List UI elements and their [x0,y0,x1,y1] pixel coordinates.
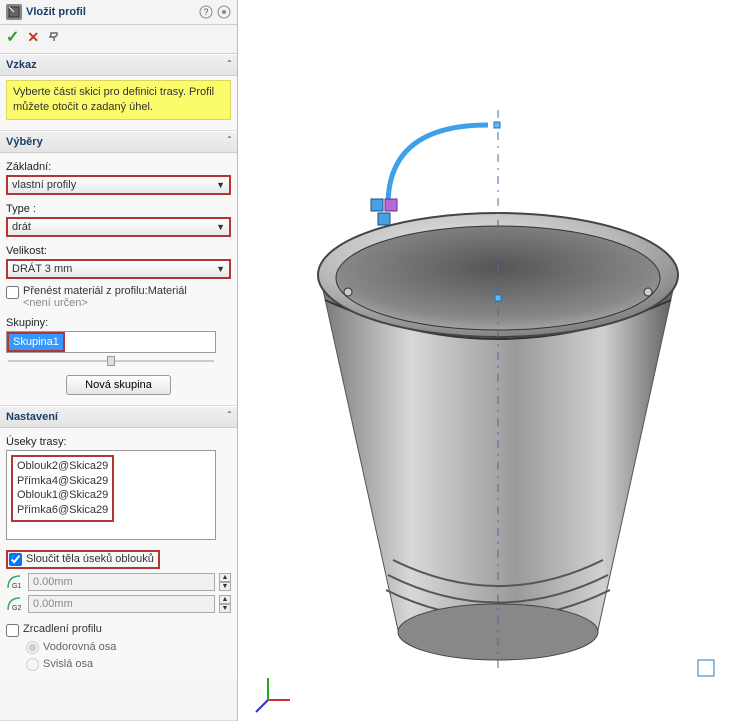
vodorovna-radio[interactable] [26,641,39,654]
svisla-row: Svislá osa [26,658,231,671]
g2-spinner[interactable]: ▲▼ [219,595,231,613]
sloucit-checkbox[interactable] [9,553,22,566]
useky-label: Úseky trasy: [6,436,231,448]
list-item[interactable]: Oblouk1@Skica29 [17,488,108,503]
dropdown-arrow-icon: ▼ [216,222,225,232]
help-icon[interactable]: ? [199,5,213,19]
nova-skupina-button[interactable]: Nová skupina [66,375,171,395]
list-item[interactable]: Přímka6@Skica29 [17,503,108,518]
type-select[interactable]: drát ▼ [6,217,231,237]
panel-title: Vložit profil [26,6,199,18]
g1-row: G1 0.00mm ▲▼ [6,573,231,591]
section-label: Vzkaz [6,59,37,71]
property-panel: Vložit profil ? ✓ ✕ Vzkaz ˆ Vyberte část… [0,0,238,721]
svg-text:?: ? [203,7,208,17]
skupiny-listbox[interactable]: Skupina1 [6,331,216,353]
type-label: Type : [6,203,231,215]
section-nastaveni: Nastavení ˆ Úseky trasy: Oblouk2@Skica29… [0,406,237,721]
zrcadleni-checkbox[interactable] [6,624,19,637]
select-value: vlastní profily [12,179,76,191]
chevron-up-icon: ˆ [228,60,231,71]
ok-button[interactable]: ✓ [6,27,19,47]
vodorovna-row: Vodorovná osa [26,641,231,654]
section-label: Výběry [6,136,43,148]
titlebar: Vložit profil ? [0,0,237,25]
feature-icon [6,4,22,20]
zakladni-label: Základní: [6,161,231,173]
list-item[interactable]: Přímka4@Skica29 [17,474,108,489]
chevron-up-icon: ˆ [228,411,231,422]
prenest-label: Přenést materiál z profilu:Materiál [23,285,187,297]
confirm-bar: ✓ ✕ [0,25,237,54]
g2-row: G2 0.00mm ▲▼ [6,595,231,613]
message-box: Vyberte části skici pro definici trasy. … [6,80,231,120]
skupina-item[interactable]: Skupina1 [9,334,63,350]
pin-button[interactable] [47,29,61,46]
zrcadleni-label: Zrcadlení profilu [23,623,102,635]
section-header-nastaveni[interactable]: Nastavení ˆ [0,406,237,428]
velikost-select[interactable]: DRÁT 3 mm ▼ [6,259,231,279]
list-item[interactable]: Oblouk2@Skica29 [17,459,108,474]
zrcadleni-row: Zrcadlení profilu [6,623,231,637]
velikost-label: Velikost: [6,245,231,257]
prenest-sub: <není určen> [23,297,187,309]
cancel-button[interactable]: ✕ [27,29,39,46]
section-vybery: Výběry ˆ Základní: vlastní profily ▼ Typ… [0,131,237,406]
prenest-row: Přenést materiál z profilu:Materiál <nen… [6,285,231,309]
select-value: DRÁT 3 mm [12,263,72,275]
options-icon[interactable] [217,5,231,19]
svg-text:G1: G1 [12,583,21,590]
g1-spinner[interactable]: ▲▼ [219,573,231,591]
group-slider[interactable] [6,355,216,367]
g1-input[interactable]: 0.00mm [28,573,215,591]
svisla-radio[interactable] [26,658,39,671]
vodorovna-label: Vodorovná osa [43,641,116,653]
sloucit-checkbox-wrap[interactable]: Sloučit těla úseků oblouků [6,550,160,569]
g2-icon: G2 [6,596,24,612]
dropdown-arrow-icon: ▼ [216,180,225,190]
section-header-vybery[interactable]: Výběry ˆ [0,131,237,153]
useky-highlight: Oblouk2@Skica29 Přímka4@Skica29 Oblouk1@… [11,455,114,522]
g2-input[interactable]: 0.00mm [28,595,215,613]
svisla-label: Svislá osa [43,658,93,670]
useky-listbox[interactable]: Oblouk2@Skica29 Přímka4@Skica29 Oblouk1@… [6,450,216,540]
select-value: drát [12,221,31,233]
skupiny-label: Skupiny: [6,317,231,329]
chevron-up-icon: ˆ [228,136,231,147]
svg-text:G2: G2 [12,605,21,612]
dropdown-arrow-icon: ▼ [216,264,225,274]
section-vzkaz: Vzkaz ˆ Vyberte části skici pro definici… [0,54,237,131]
section-label: Nastavení [6,411,58,423]
sloucit-label: Sloučit těla úseků oblouků [26,553,154,565]
section-header-vzkaz[interactable]: Vzkaz ˆ [0,54,237,76]
g1-icon: G1 [6,574,24,590]
prenest-checkbox[interactable] [6,286,19,299]
zakladni-select[interactable]: vlastní profily ▼ [6,175,231,195]
viewport-3d[interactable] [238,0,750,721]
